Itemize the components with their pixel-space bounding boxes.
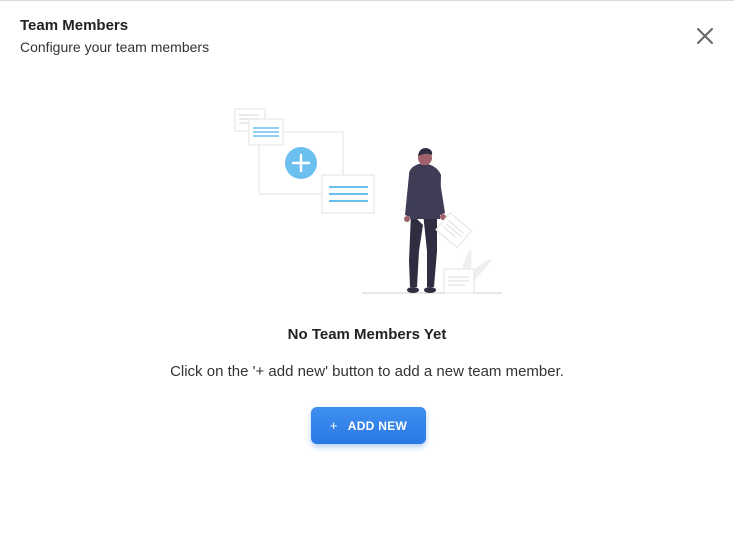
empty-state-illustration — [234, 108, 502, 294]
add-new-label: ADD NEW — [347, 418, 408, 433]
empty-state-message: Click on the '+ add new' button to add a… — [170, 363, 564, 380]
close-button[interactable] — [694, 25, 716, 47]
add-new-button[interactable]: + ADD NEW — [311, 407, 426, 444]
close-icon — [697, 28, 713, 44]
plus-icon: + — [329, 418, 338, 433]
empty-state-title: No Team Members Yet — [287, 326, 447, 343]
dialog-subtitle: Configure your team members — [20, 39, 210, 55]
dialog-header: Team Members Configure your team members — [20, 17, 209, 56]
team-members-dialog: Team Members Configure your team members — [0, 0, 734, 546]
dialog-title: Team Members — [20, 17, 129, 34]
